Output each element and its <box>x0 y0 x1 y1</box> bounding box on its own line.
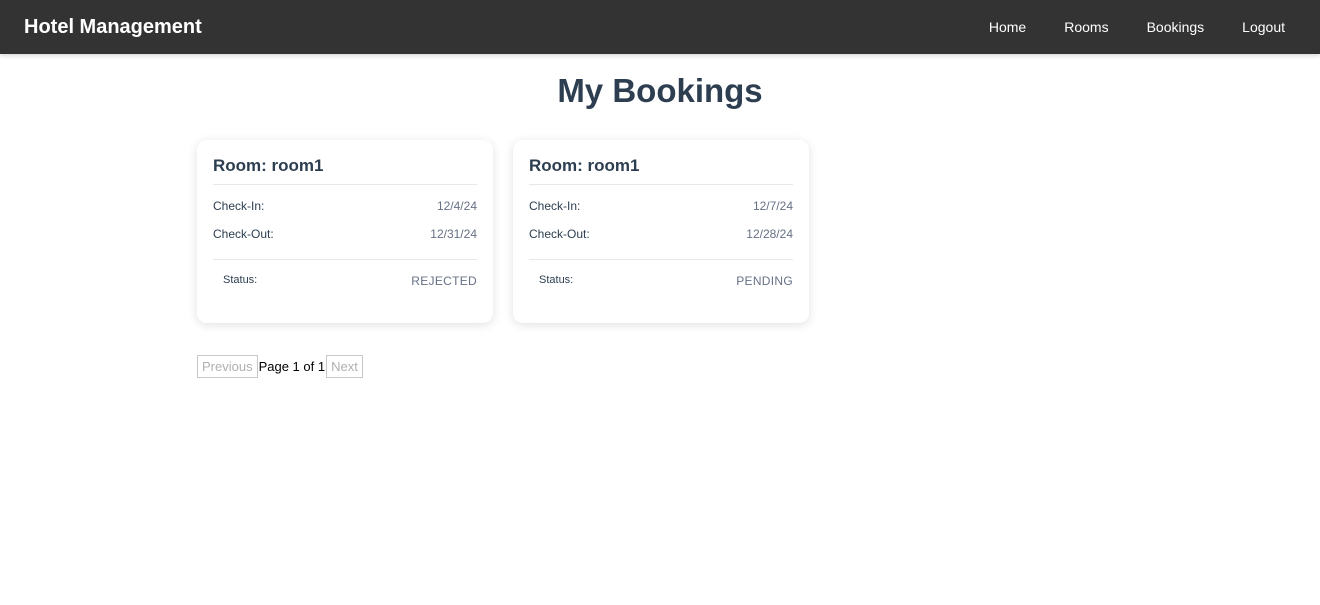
nav-links: Home Rooms Bookings Logout <box>951 19 1285 35</box>
check-in-label: Check-In: <box>529 199 581 213</box>
previous-page-button[interactable]: Previous <box>197 355 258 378</box>
check-in-value: 12/4/24 <box>436 199 477 213</box>
check-in-row: Check-In: 12/4/24 <box>213 192 477 220</box>
nav-link-home[interactable]: Home <box>989 19 1026 35</box>
check-out-label: Check-Out: <box>529 227 590 241</box>
status-row: Status: PENDING <box>529 274 793 288</box>
next-page-button[interactable]: Next <box>326 355 363 378</box>
page-title: My Bookings <box>557 72 763 109</box>
pagination: Previous Page 1 of 1 Next <box>197 355 363 378</box>
check-out-value: 12/31/24 <box>430 227 477 241</box>
status-label: Status: <box>223 274 258 286</box>
booking-room-title: Room: room1 <box>529 156 793 185</box>
check-out-value: 12/28/24 <box>746 227 793 241</box>
status-value: PENDING <box>736 274 793 288</box>
check-in-row: Check-In: 12/7/24 <box>529 192 793 220</box>
status-label: Status: <box>539 274 574 286</box>
status-value: REJECTED <box>411 274 477 288</box>
booking-card: Room: room1 Check-In: 12/7/24 Check-Out:… <box>513 140 809 323</box>
check-in-value: 12/7/24 <box>752 199 793 213</box>
nav-link-rooms[interactable]: Rooms <box>1064 19 1108 35</box>
booking-dates: Check-In: 12/7/24 Check-Out: 12/28/24 <box>529 185 793 260</box>
status-row: Status: REJECTED <box>213 274 477 288</box>
bookings-list: Room: room1 Check-In: 12/4/24 Check-Out:… <box>197 140 809 323</box>
check-out-row: Check-Out: 12/31/24 <box>213 220 477 248</box>
check-out-row: Check-Out: 12/28/24 <box>529 220 793 248</box>
nav-link-bookings[interactable]: Bookings <box>1147 19 1205 35</box>
nav-link-logout[interactable]: Logout <box>1242 19 1285 35</box>
brand-title[interactable]: Hotel Management <box>24 16 202 39</box>
booking-card: Room: room1 Check-In: 12/4/24 Check-Out:… <box>197 140 493 323</box>
page-info: Page 1 of 1 <box>258 359 326 374</box>
booking-room-title: Room: room1 <box>213 156 477 185</box>
navbar: Hotel Management Home Rooms Bookings Log… <box>0 0 1320 54</box>
check-in-label: Check-In: <box>213 199 265 213</box>
booking-dates: Check-In: 12/4/24 Check-Out: 12/31/24 <box>213 185 477 260</box>
check-out-label: Check-Out: <box>213 227 274 241</box>
